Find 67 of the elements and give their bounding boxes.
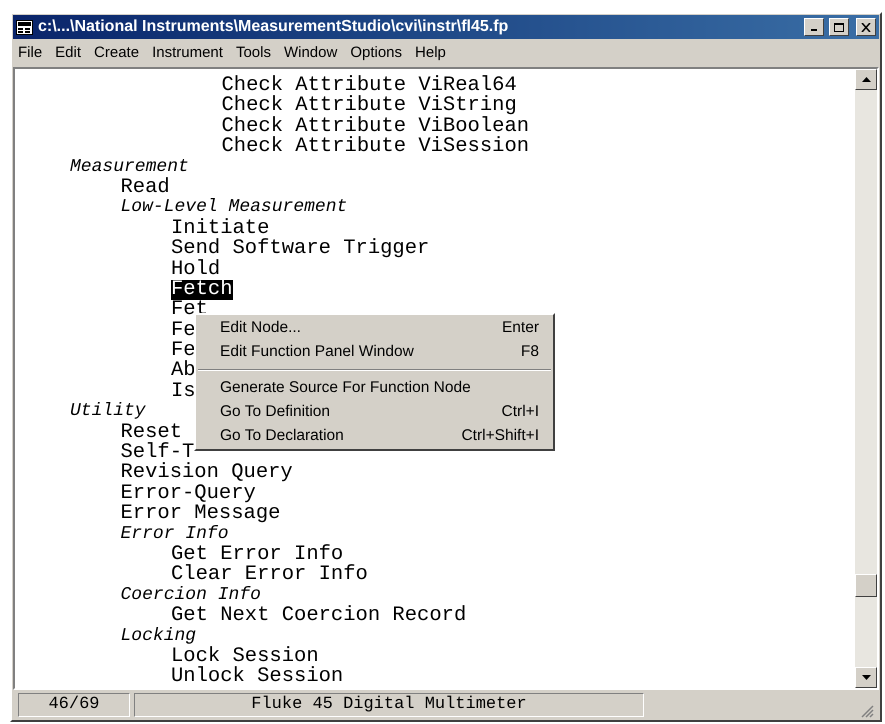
menu-item-label: Generate Source For Function Node [220,378,472,398]
tree-item[interactable]: Error-Query [120,484,256,504]
menu-item[interactable]: Instrument [152,42,223,64]
context-menu-item[interactable]: Edit Function Panel Window F8 [196,340,553,364]
tree-item[interactable]: Send Software Trigger [171,239,430,260]
tree-item[interactable]: Get Next Coercion Record [171,606,466,627]
scroll-down-button[interactable] [855,667,877,688]
shortcut-label: Ctrl+Shift+I [461,426,539,446]
tree-item[interactable]: Locking [120,626,196,647]
maximize-button[interactable] [829,18,849,36]
status-description: Fluke 45 Digital Multimeter [134,693,644,717]
minimize-button[interactable] [804,18,824,36]
context-menu-item[interactable]: Go To Declaration Ctrl+Shift+I [196,424,553,448]
scrollbar[interactable] [855,69,877,688]
menu-item[interactable]: Tools [236,42,271,64]
maximize-icon [834,22,844,32]
tree-item[interactable]: Fe [171,320,196,342]
up-arrow-icon [862,77,870,82]
tree-item[interactable]: Revision Query [120,463,293,484]
tree-item[interactable]: Fe [171,341,196,362]
tree-item[interactable]: Hold [171,260,220,280]
tree-item[interactable]: Check Attribute ViSession [222,137,530,158]
tree-item[interactable]: Coercion Info [120,586,261,606]
tree-item[interactable]: Self-T [120,443,194,464]
menu-item[interactable]: Options [350,42,402,64]
status-position: 46/69 [18,693,130,717]
menu-item[interactable]: File [18,42,42,64]
tree-item[interactable]: Fetch [171,280,233,300]
tree-item[interactable]: Read [120,178,170,198]
scroll-up-button[interactable] [855,69,877,90]
window-icon [16,20,33,34]
context-menu-item[interactable]: Generate Source For Function Node [196,376,553,400]
scroll-thumb[interactable] [855,574,877,597]
close-icon [861,22,871,32]
tree-item[interactable]: Get Error Info [171,544,344,566]
shortcut-label: Ctrl+I [502,402,539,422]
shortcut-label: Enter [502,318,539,338]
menu-item-label: Edit Function Panel Window [220,342,415,362]
tree-item[interactable]: Ab [171,361,196,382]
close-button[interactable] [856,18,876,36]
menu-item-label: Go To Definition [220,402,331,422]
down-arrow-icon [862,675,870,680]
menu-item[interactable]: Window [284,42,338,64]
tree-item[interactable]: Check Attribute ViReal64 [222,76,517,96]
tree-item[interactable]: Utility [70,402,146,423]
tree-item[interactable]: Reset [120,422,182,444]
menu-item[interactable]: Help [415,42,446,64]
window-title: c:\...\National Instruments\MeasurementStudio\cvi\instr\fl45.fp [38,17,508,37]
tree-item[interactable]: Check Attribute ViBoolean [222,116,530,138]
tree-item[interactable]: Is [171,382,196,402]
tree-item[interactable]: Measurement [70,158,189,178]
menu-item[interactable]: Edit [55,42,82,64]
menu-item-label: Edit Node... [220,318,302,338]
tree-item[interactable]: Error Info [120,524,229,545]
tree-item[interactable]: Lock Session [171,646,319,668]
tree-item[interactable]: Check Attribute ViString [222,96,517,117]
tree-item[interactable]: Clear Error Info [171,565,368,586]
tree-item[interactable]: Error Message [120,504,280,525]
resize-grip-icon [860,704,874,718]
tree-item[interactable]: Low-Level Measurement [120,198,348,219]
tree-item[interactable]: Unlock Session [171,667,344,688]
menu-item-label: Go To Declaration [220,426,345,446]
tree-item[interactable]: Initiate [171,218,270,240]
shortcut-label: F8 [520,342,539,362]
context-menu-item[interactable]: Go To Definition Ctrl+I [196,400,553,424]
minimize-icon [811,29,817,31]
menu-item[interactable]: Create [94,42,140,64]
